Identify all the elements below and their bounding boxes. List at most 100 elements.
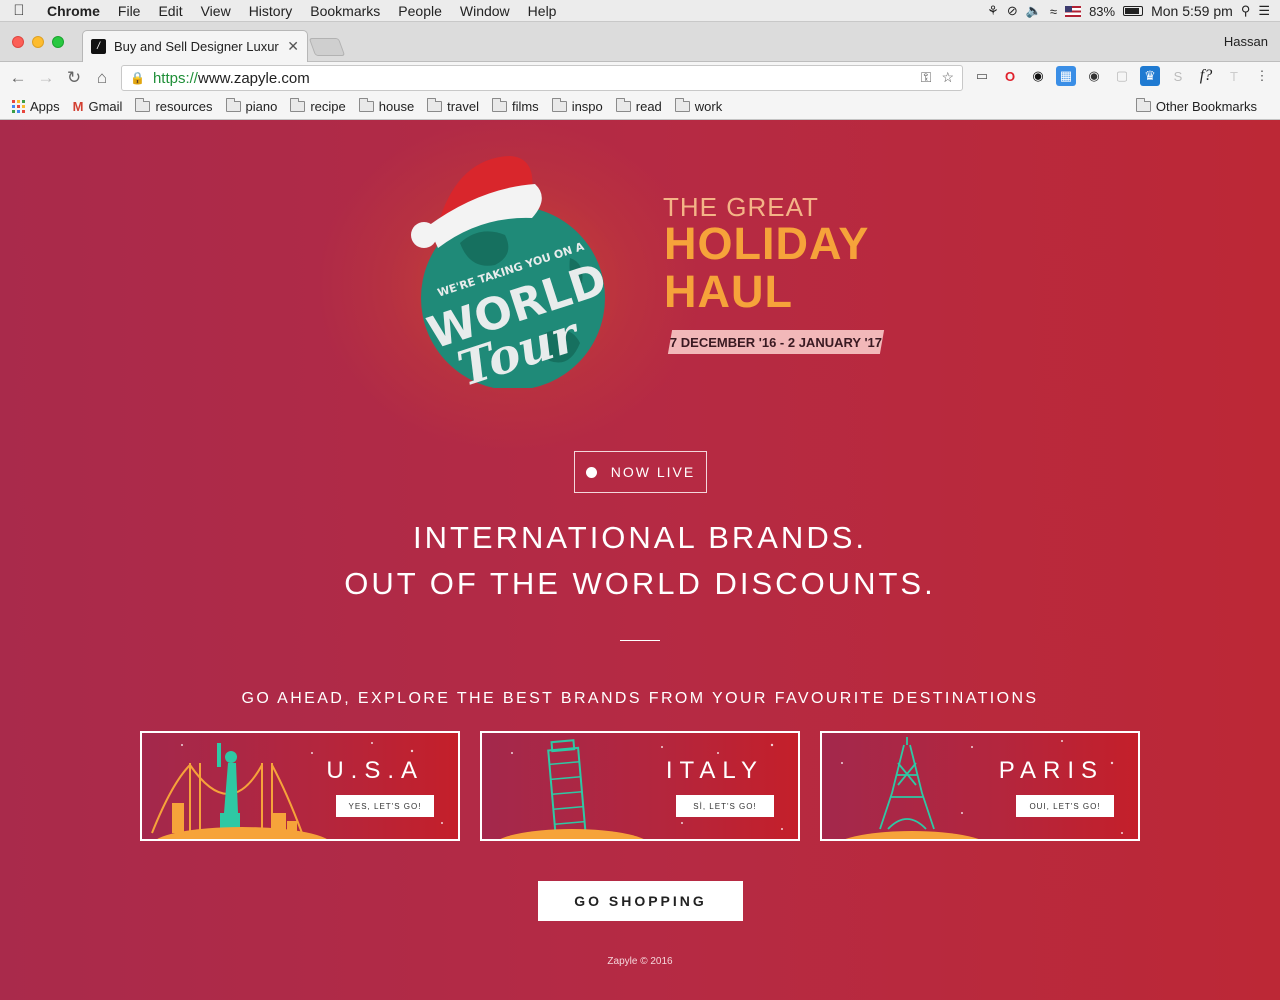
eiffel-tower-icon	[841, 737, 1123, 839]
bookmark-label: resources	[155, 99, 213, 114]
grid-extension-icon[interactable]: ▦	[1056, 66, 1076, 86]
hero-title-line2: HAUL	[664, 266, 793, 317]
page-content: WE'RE TAKING YOU ON A WORLD Tour THE GRE…	[0, 120, 1280, 1000]
bookmark-label: house	[378, 99, 415, 114]
do-not-disturb-icon[interactable]: ⊘	[1007, 3, 1018, 19]
gmail-icon: M	[72, 99, 84, 114]
now-live-badge: NOW LIVE	[574, 451, 707, 493]
back-arrow-icon[interactable]: ←	[4, 68, 32, 88]
menu-view[interactable]: View	[192, 3, 240, 19]
destination-card-italy[interactable]: ITALY SÌ, LET'S GO!	[480, 731, 800, 841]
bookmark-label: films	[511, 99, 539, 114]
bookmark-label: Other Bookmarks	[1155, 99, 1257, 114]
headline-line2: OUT OF THE WORLD DISCOUNTS.	[344, 566, 936, 601]
font-extension-icon[interactable]: f?	[1196, 66, 1216, 86]
forward-arrow-icon[interactable]: →	[32, 68, 60, 88]
bookmark-folder-resources[interactable]: resources	[135, 98, 213, 114]
usa-lets-go-button[interactable]: YES, LET'S GO!	[336, 795, 434, 817]
menu-help[interactable]: Help	[519, 3, 566, 19]
now-live-label: NOW LIVE	[610, 464, 696, 480]
folder-icon	[358, 98, 374, 112]
destination-name: ITALY	[665, 757, 764, 784]
minimize-window-button[interactable]	[32, 36, 44, 48]
go-shopping-button[interactable]: GO SHOPPING	[538, 881, 743, 921]
secure-lock-icon[interactable]: 🔒	[130, 71, 145, 85]
destination-name: U.S.A	[326, 757, 424, 784]
destination-card-paris[interactable]: PARIS OUI, LET'S GO!	[820, 731, 1140, 841]
paris-lets-go-button[interactable]: OUI, LET'S GO!	[1016, 795, 1114, 817]
browser-tab-active[interactable]: / Buy and Sell Designer Luxury ✕	[82, 30, 308, 62]
zapyle-favicon-icon: /	[91, 39, 106, 54]
hero-title-line1: HOLIDAY	[664, 218, 870, 269]
apple-icon[interactable]: 	[0, 2, 38, 19]
destination-card-usa[interactable]: U.S.A YES, LET'S GO!	[140, 731, 460, 841]
bookmark-label: Apps	[30, 99, 60, 114]
menu-app-chrome[interactable]: Chrome	[38, 3, 109, 19]
globe-santa-hat-icon: WE'RE TAKING YOU ON A WORLD Tour	[411, 156, 613, 398]
menu-file[interactable]: File	[109, 3, 150, 19]
reload-icon[interactable]: ↻	[60, 68, 88, 88]
clock[interactable]: Mon 5:59 pm	[1151, 3, 1233, 19]
leaning-tower-of-pisa-icon	[500, 739, 783, 839]
crown-extension-icon[interactable]: ♛	[1140, 66, 1160, 86]
bookmark-gmail[interactable]: M Gmail	[73, 99, 123, 114]
spotlight-search-icon[interactable]: ⚲	[1241, 3, 1251, 19]
bookmark-star-icon[interactable]: ☆	[941, 69, 954, 86]
input-flag-icon[interactable]	[1065, 5, 1082, 17]
bookmark-apps[interactable]: Apps	[12, 99, 60, 114]
notification-center-icon[interactable]: ☰	[1258, 3, 1270, 19]
macos-menubar:  Chrome File Edit View History Bookmark…	[0, 0, 1280, 22]
battery-percent[interactable]: 83%	[1089, 4, 1115, 19]
chrome-menu-icon[interactable]: ⋮	[1252, 66, 1272, 86]
evernote-icon[interactable]: ⚘	[987, 3, 999, 19]
bookmark-folder-films[interactable]: films	[491, 98, 539, 114]
bookmark-folder-read[interactable]: read	[615, 98, 662, 114]
bookmark-folder-inspo[interactable]: inspo	[551, 98, 603, 114]
folder-icon	[290, 98, 306, 112]
folder-icon	[135, 98, 151, 112]
bookmark-other[interactable]: Other Bookmarks	[1135, 98, 1257, 114]
camera-extension-icon[interactable]: ◉	[1084, 66, 1104, 86]
browser-tab-strip: / Buy and Sell Designer Luxury ✕ Hassan	[0, 22, 1280, 62]
zoom-window-button[interactable]	[52, 36, 64, 48]
menu-edit[interactable]: Edit	[149, 3, 191, 19]
tab-close-icon[interactable]: ✕	[287, 38, 299, 55]
cast-icon[interactable]: ▭	[972, 66, 992, 86]
folder-icon	[551, 98, 567, 112]
folder-icon	[615, 98, 631, 112]
wifi-icon[interactable]: ≈	[1050, 4, 1057, 19]
close-window-button[interactable]	[12, 36, 24, 48]
divider	[620, 640, 660, 641]
address-bar[interactable]: 🔒 https:// www.zapyle.com ⚿ ☆	[121, 65, 963, 91]
bookmark-folder-house[interactable]: house	[358, 98, 415, 114]
folder-icon	[427, 98, 443, 112]
opera-icon[interactable]: O	[1000, 66, 1020, 86]
italy-lets-go-button[interactable]: SÌ, LET'S GO!	[676, 795, 774, 817]
bookmark-label: Gmail	[88, 99, 123, 114]
menu-bookmarks[interactable]: Bookmarks	[301, 3, 389, 19]
world-tour-logo: WE'RE TAKING YOU ON A WORLD Tour	[400, 148, 620, 398]
menu-window[interactable]: Window	[451, 3, 519, 19]
explore-subtitle: GO AHEAD, EXPLORE THE BEST BRANDS FROM Y…	[241, 690, 1039, 707]
live-dot-icon	[585, 466, 597, 478]
bookmark-folder-recipe[interactable]: recipe	[290, 98, 346, 114]
extension-icons: ▭ O ◉ ▦ ◉ ▢ ♛ S f? T ⋮	[972, 66, 1272, 86]
volume-icon[interactable]: 🔈	[1026, 3, 1042, 19]
bookmark-folder-travel[interactable]: travel	[427, 98, 479, 114]
battery-icon[interactable]	[1123, 6, 1144, 16]
bookmark-folder-piano[interactable]: piano	[225, 98, 277, 114]
disabled-extension-icon[interactable]: ▢	[1112, 66, 1132, 86]
bookmark-label: inspo	[571, 99, 603, 114]
key-icon[interactable]: ⚿	[921, 69, 932, 86]
folder-icon	[1135, 98, 1151, 112]
skype-icon[interactable]: S	[1168, 66, 1188, 86]
new-tab-button[interactable]	[308, 38, 346, 56]
bookmark-folder-work[interactable]: work	[674, 98, 722, 114]
home-icon[interactable]: ⌂	[88, 68, 116, 88]
menu-history[interactable]: History	[240, 3, 302, 19]
profile-name[interactable]: Hassan	[1224, 34, 1268, 49]
text-extension-icon[interactable]: T	[1224, 66, 1244, 86]
eye-icon[interactable]: ◉	[1028, 66, 1048, 86]
menu-people[interactable]: People	[389, 3, 451, 19]
menubar-status-area: ⚘ ⊘ 🔈 ≈ 83% Mon 5:59 pm ⚲ ☰	[987, 0, 1280, 22]
